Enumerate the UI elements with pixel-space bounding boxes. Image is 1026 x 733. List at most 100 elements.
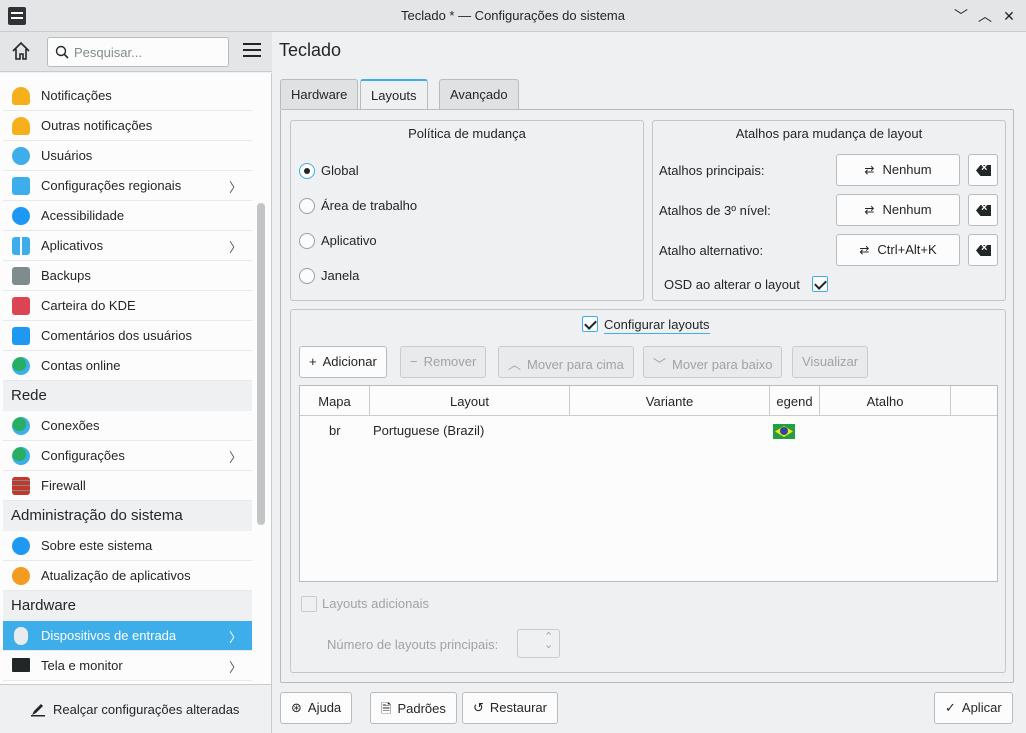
osd-checkbox[interactable] bbox=[812, 276, 828, 292]
extra-layouts-checkbox[interactable] bbox=[301, 596, 317, 612]
main-shortcuts-label: Atalhos principais: bbox=[659, 163, 765, 178]
shortcuts-group: Atalhos para mudança de layout Atalhos p… bbox=[652, 120, 1006, 301]
sidebar-toolbar: Pesquisar... bbox=[0, 32, 272, 72]
search-icon bbox=[55, 45, 69, 59]
sidebar-item-acessibilidade[interactable]: Acessibilidade bbox=[3, 201, 252, 231]
remove-layout-button[interactable]: − Remover bbox=[400, 346, 487, 378]
move-up-button[interactable]: ︿ Mover para cima bbox=[498, 346, 634, 378]
chevron-right-icon: 〉 bbox=[228, 450, 242, 465]
cell-layout: Portuguese (Brazil) bbox=[373, 423, 485, 438]
column-header-atalho[interactable]: Atalho bbox=[820, 386, 951, 416]
sidebar-scrollbar[interactable] bbox=[257, 203, 265, 525]
document-icon: 🗎 bbox=[381, 701, 392, 716]
sidebar-item-configuracoes-rede[interactable]: Configurações 〉 bbox=[3, 441, 252, 471]
column-header-legenda[interactable]: egend bbox=[770, 386, 820, 416]
update-icon bbox=[12, 567, 30, 585]
sidebar-item-label: Firewall bbox=[41, 478, 86, 493]
chevron-up-icon: ︿ bbox=[978, 8, 992, 24]
column-header-empty bbox=[951, 386, 997, 416]
clear-alt-shortcut-button[interactable] bbox=[968, 234, 998, 266]
sidebar-item-dispositivos-entrada[interactable]: Dispositivos de entrada 〉 bbox=[3, 621, 252, 651]
sidebar-item-backups[interactable]: Backups bbox=[3, 261, 252, 291]
defaults-button[interactable]: 🗎 Padrões bbox=[370, 692, 457, 724]
column-header-layout[interactable]: Layout bbox=[370, 386, 570, 416]
sidebar-item-configuracoes-regionais[interactable]: Configurações regionais 〉 bbox=[3, 171, 252, 201]
shortcuts-title: Atalhos para mudança de layout bbox=[735, 126, 923, 141]
sidebar-item-label: Atualização de aplicativos bbox=[41, 568, 191, 583]
sidebar-item-tela-monitor[interactable]: Tela e monitor 〉 bbox=[3, 651, 252, 681]
search-input[interactable]: Pesquisar... bbox=[47, 37, 229, 67]
layouts-table: Mapa Layout Variante egend Atalho br Por… bbox=[299, 385, 998, 582]
page-title: Teclado bbox=[279, 40, 342, 60]
chevron-down-icon: ﹀ bbox=[653, 357, 667, 372]
flag-chat-icon bbox=[12, 177, 30, 195]
lifebuoy-icon: ⊛ bbox=[291, 700, 302, 715]
configure-layouts-checkbox[interactable] bbox=[582, 316, 598, 332]
sidebar-item-aplicativos[interactable]: Aplicativos 〉 bbox=[3, 231, 252, 261]
radio-indicator bbox=[299, 163, 315, 179]
hamburger-menu-button[interactable] bbox=[243, 43, 261, 59]
clear-third-level-shortcut-button[interactable] bbox=[968, 194, 998, 226]
help-button[interactable]: ⊛ Ajuda bbox=[280, 692, 353, 724]
brazil-flag-icon bbox=[773, 424, 795, 439]
third-level-label: Atalhos de 3º nível: bbox=[659, 203, 771, 218]
sidebar-item-label: Backups bbox=[41, 268, 91, 283]
firewall-icon bbox=[12, 477, 30, 495]
sidebar-item-conexoes[interactable]: Conexões bbox=[3, 411, 252, 441]
sidebar-item-sobre-sistema[interactable]: Sobre este sistema bbox=[3, 531, 252, 561]
switch-policy-group: Política de mudança Global Área de traba… bbox=[290, 120, 644, 301]
shortcut-icon: ⇄ bbox=[864, 203, 875, 217]
sidebar-item-carteira-kde[interactable]: Carteira do KDE bbox=[3, 291, 252, 321]
accessibility-icon bbox=[12, 207, 30, 225]
column-header-variante[interactable]: Variante bbox=[570, 386, 770, 416]
home-button[interactable] bbox=[10, 40, 36, 64]
radio-indicator bbox=[299, 198, 315, 214]
monitor-icon bbox=[12, 658, 30, 672]
home-icon bbox=[12, 41, 30, 60]
feedback-icon bbox=[12, 327, 30, 345]
maximize-button[interactable]: ︿ bbox=[975, 6, 995, 26]
tab-avancado[interactable]: Avançado bbox=[439, 79, 519, 109]
move-down-button[interactable]: ﹀ Mover para baixo bbox=[643, 346, 783, 378]
column-header-mapa[interactable]: Mapa bbox=[300, 386, 370, 416]
shortcut-icon: ⇄ bbox=[859, 243, 870, 257]
chevron-right-icon: 〉 bbox=[228, 630, 242, 645]
apply-button[interactable]: ✓ Aplicar bbox=[934, 692, 1013, 724]
sidebar-item-label: Aplicativos bbox=[41, 238, 104, 253]
close-button[interactable]: ✕ bbox=[999, 6, 1019, 26]
clear-main-shortcut-button[interactable] bbox=[968, 154, 998, 186]
cell-map: br bbox=[329, 423, 341, 438]
add-layout-button[interactable]: + Adicionar bbox=[299, 346, 387, 378]
sidebar-item-label: Outras notificações bbox=[41, 118, 153, 133]
sidebar-item-usuarios[interactable]: Usuários bbox=[3, 141, 252, 171]
plus-icon: + bbox=[309, 354, 317, 369]
preview-button[interactable]: Visualizar bbox=[792, 346, 869, 378]
sidebar-item-outras-notificacoes[interactable]: Outras notificações bbox=[3, 111, 252, 141]
reset-button[interactable]: ↺ Restaurar bbox=[462, 692, 558, 724]
tab-hardware[interactable]: Hardware bbox=[280, 79, 359, 109]
sidebar-item-notificacoes[interactable]: Notificações bbox=[3, 81, 252, 111]
title-bar: Teclado * — Configurações do sistema ﹀ ︿… bbox=[0, 0, 1026, 32]
main-shortcut-button[interactable]: ⇄ Nenhum bbox=[836, 154, 960, 186]
sidebar-item-comentarios[interactable]: Comentários dos usuários bbox=[3, 321, 252, 351]
chevron-up-icon: ︿ bbox=[508, 357, 522, 372]
alt-shortcut-label: Atalho alternativo: bbox=[659, 243, 764, 258]
highlight-changes-label: Realçar configurações alteradas bbox=[53, 702, 240, 717]
main-layouts-count-label: Número de layouts principais: bbox=[327, 637, 499, 652]
radio-label: Aplicativo bbox=[321, 233, 377, 248]
sidebar-item-firewall[interactable]: Firewall bbox=[3, 471, 252, 501]
sidebar-item-atualizacao[interactable]: Atualização de aplicativos bbox=[3, 561, 252, 591]
sidebar-item-label: Configurações regionais bbox=[41, 178, 182, 193]
sidebar-item-label: Acessibilidade bbox=[41, 208, 125, 223]
tab-layouts[interactable]: Layouts bbox=[360, 79, 428, 110]
sidebar-item-contas-online[interactable]: Contas online bbox=[3, 351, 252, 381]
highlight-changes-button[interactable]: Realçar configurações alteradas bbox=[0, 684, 272, 733]
minimize-button[interactable]: ﹀ bbox=[951, 6, 971, 26]
alt-shortcut-button[interactable]: ⇄ Ctrl+Alt+K bbox=[836, 234, 960, 266]
bell-icon bbox=[12, 87, 30, 105]
section-header-administracao: Administração do sistema bbox=[3, 501, 252, 531]
radio-label: Janela bbox=[321, 268, 360, 283]
third-level-shortcut-button[interactable]: ⇄ Nenhum bbox=[836, 194, 960, 226]
shortcut-icon: ⇄ bbox=[864, 163, 875, 177]
main-layouts-count-spinbox[interactable] bbox=[517, 629, 560, 658]
